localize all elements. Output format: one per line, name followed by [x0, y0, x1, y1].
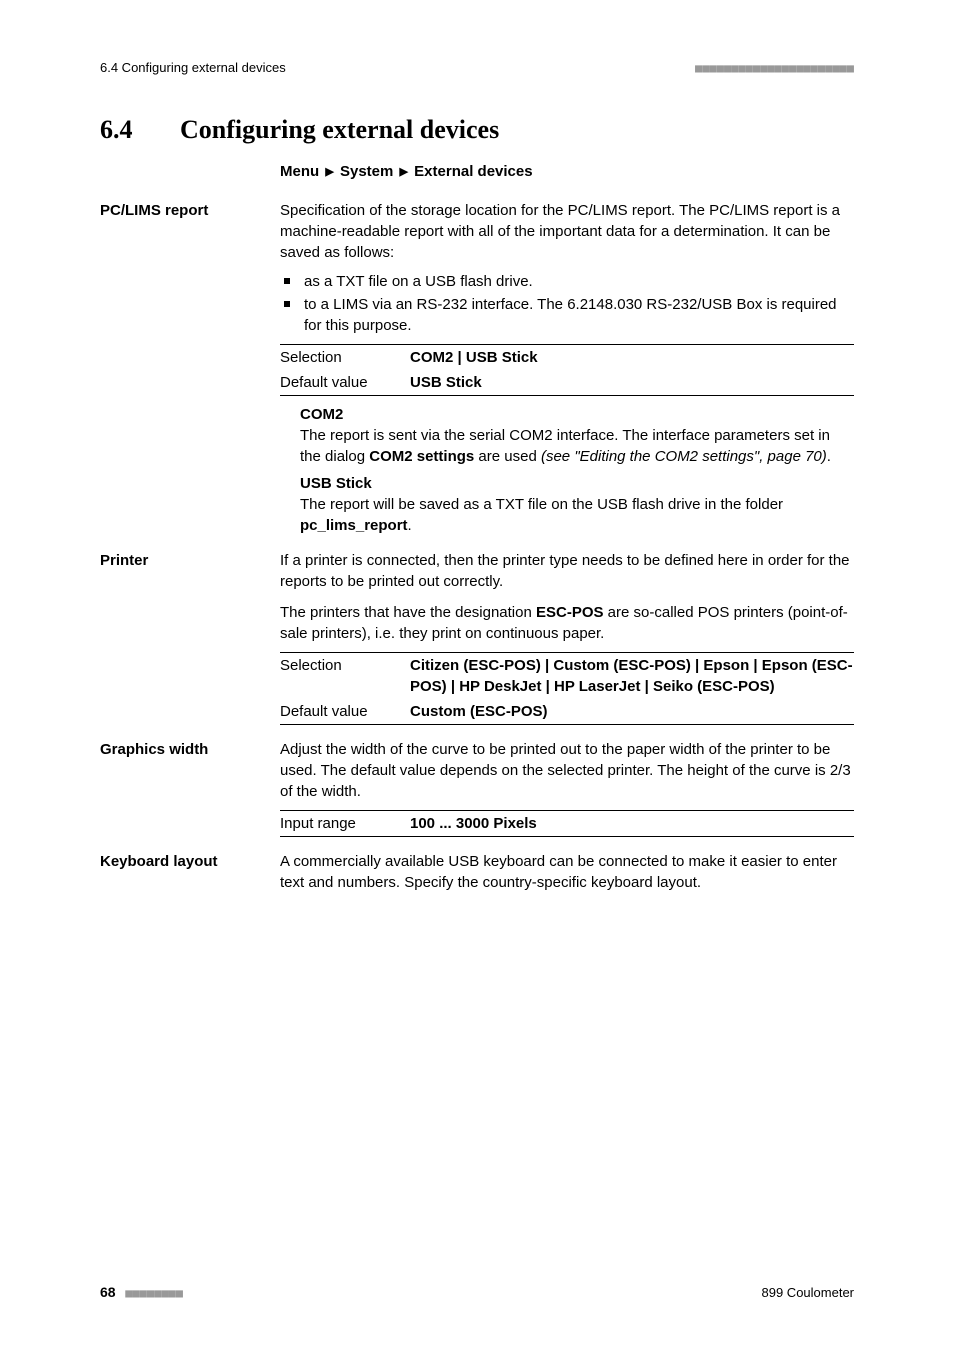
page-number: 68 [100, 1284, 116, 1300]
spec-value: Custom (ESC-POS) [410, 701, 854, 722]
param-label-keyboard: Keyboard layout [100, 851, 280, 893]
spec-value: 100 ... 3000 Pixels [410, 813, 854, 834]
com2-label: COM2 [300, 404, 854, 425]
keyboard-p1: A commercially available USB keyboard ca… [280, 851, 854, 893]
footer-left: 68 ■■■■■■■■ [100, 1284, 183, 1300]
list-item: as a TXT file on a USB flash drive. [280, 271, 854, 292]
section-heading: 6.4 Configuring external devices [100, 115, 854, 145]
list-item: to a LIMS via an RS-232 interface. The 6… [280, 294, 854, 336]
breadcrumb-item: External devices [414, 163, 532, 180]
pclims-spec-table: Selection COM2 | USB Stick Default value… [280, 344, 854, 396]
spec-key: Input range [280, 813, 410, 834]
spec-key: Default value [280, 701, 410, 722]
usbstick-text: The report will be saved as a TXT file o… [300, 494, 854, 536]
param-label-pclims: PC/LIMS report [100, 200, 280, 536]
spec-key: Selection [280, 655, 410, 697]
printer-spec-table: Selection Citizen (ESC-POS) | Custom (ES… [280, 652, 854, 725]
spec-value: Citizen (ESC-POS) | Custom (ESC-POS) | E… [410, 655, 854, 697]
chevron-right-icon: ▶ [400, 165, 408, 178]
section-title-text: Configuring external devices [180, 115, 499, 145]
spec-value: USB Stick [410, 372, 854, 393]
usbstick-label: USB Stick [300, 473, 854, 494]
spec-key: Selection [280, 347, 410, 368]
page-footer: 68 ■■■■■■■■ 899 Coulometer [100, 1284, 854, 1300]
page-header: 6.4 Configuring external devices ■■■■■■■… [100, 60, 854, 75]
pclims-intro: Specification of the storage location fo… [280, 200, 854, 263]
footer-ornament: ■■■■■■■■ [125, 1286, 183, 1300]
param-label-graphics: Graphics width [100, 739, 280, 837]
spec-value: COM2 | USB Stick [410, 347, 854, 368]
graphics-spec-table: Input range 100 ... 3000 Pixels [280, 810, 854, 837]
com2-text: The report is sent via the serial COM2 i… [300, 425, 854, 467]
printer-p2: The printers that have the designation E… [280, 602, 854, 644]
section-number: 6.4 [100, 115, 180, 145]
header-ornament: ■■■■■■■■■■■■■■■■■■■■■■ [695, 61, 854, 75]
pclims-bullet-list: as a TXT file on a USB flash drive. to a… [280, 271, 854, 336]
spec-key: Default value [280, 372, 410, 393]
chevron-right-icon: ▶ [325, 165, 333, 178]
graphics-p1: Adjust the width of the curve to be prin… [280, 739, 854, 802]
breadcrumb-item: Menu [280, 163, 319, 180]
breadcrumb-item: System [340, 163, 393, 180]
printer-p1: If a printer is connected, then the prin… [280, 550, 854, 592]
footer-product: 899 Coulometer [762, 1285, 855, 1300]
param-label-printer: Printer [100, 550, 280, 725]
breadcrumb: Menu ▶ System ▶ External devices [280, 163, 854, 180]
running-title: 6.4 Configuring external devices [100, 60, 286, 75]
